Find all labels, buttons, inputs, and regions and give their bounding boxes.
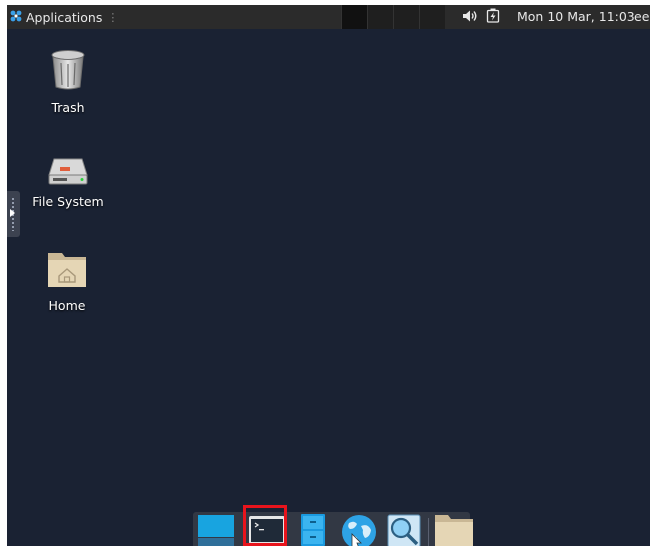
home-folder-icon <box>47 253 87 292</box>
trash-icon <box>50 50 86 94</box>
applications-menu-button[interactable]: Applications ⋮ <box>9 5 118 29</box>
folder-icon <box>434 515 474 546</box>
dock-separator <box>428 518 429 546</box>
user-menu[interactable]: ee <box>634 5 649 29</box>
show-desktop-icon <box>196 515 236 546</box>
top-panel: Applications ⋮ Mon 10 Mar, 11:03 ee <box>7 5 650 29</box>
workspace-2[interactable] <box>367 5 393 29</box>
drive-icon <box>48 158 88 188</box>
applications-label: Applications <box>26 9 103 25</box>
dock-file-manager[interactable] <box>299 514 327 546</box>
desktop-screen: Applications ⋮ Mon 10 Mar, 11:03 ee Tras… <box>7 5 650 546</box>
dock-show-desktop[interactable] <box>196 514 236 546</box>
terminal-icon <box>248 516 286 546</box>
battery-charging-icon[interactable] <box>486 8 500 26</box>
globe-icon <box>340 515 378 546</box>
desktop-icon-label: Trash <box>51 100 85 115</box>
dock-app-finder[interactable] <box>386 514 422 546</box>
xfce-menu-icon <box>9 9 23 26</box>
panel-separator-icon: ⋮ <box>107 10 119 24</box>
desktop-icon-label: File System <box>32 194 104 209</box>
desktop-icon-label: Home <box>48 298 86 313</box>
clock[interactable]: Mon 10 Mar, 11:03 <box>517 5 635 29</box>
volume-icon[interactable] <box>462 9 478 26</box>
workspace-4[interactable] <box>419 5 445 29</box>
expand-arrow-icon <box>10 209 15 217</box>
magnifier-icon <box>386 514 422 546</box>
system-tray <box>462 5 500 29</box>
desktop-icon-home[interactable]: Home <box>17 249 117 313</box>
file-cabinet-icon <box>299 514 327 546</box>
workspace-1[interactable] <box>341 5 367 29</box>
desktop-icon-trash[interactable]: Trash <box>18 49 118 115</box>
workspace-3[interactable] <box>393 5 419 29</box>
desktop-icon-file-system[interactable]: File System <box>18 157 118 209</box>
workspace-switcher[interactable] <box>341 5 445 29</box>
dock-terminal[interactable] <box>248 514 286 546</box>
dock-home-folder[interactable] <box>434 514 474 546</box>
dock <box>193 512 473 546</box>
dock-web-browser[interactable] <box>340 514 378 546</box>
